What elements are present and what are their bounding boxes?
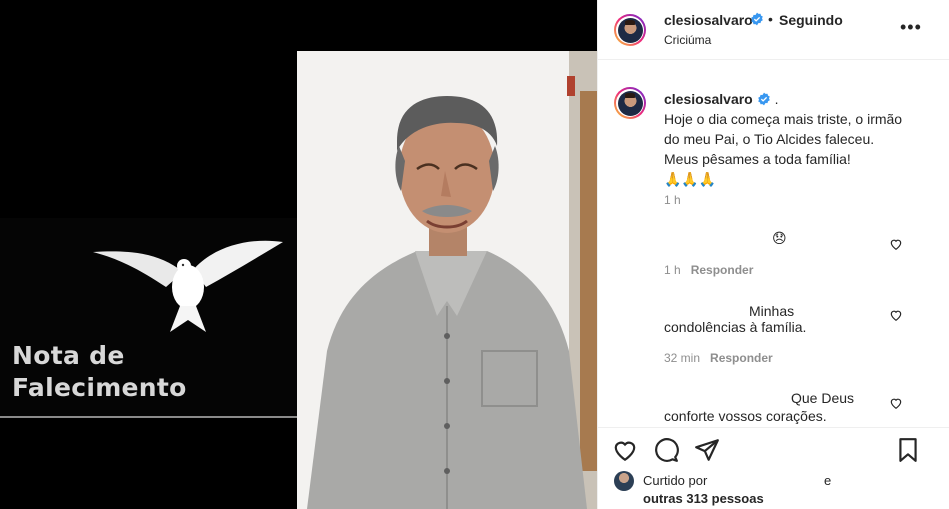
post-media[interactable]: Nota de Falecimento	[0, 0, 597, 509]
share-send-icon[interactable]	[694, 437, 720, 463]
comment-text-line-2: condolências à família.	[664, 319, 807, 335]
comment-bubble-icon[interactable]	[653, 437, 679, 463]
comment-like-heart-icon[interactable]	[889, 308, 903, 322]
comment-text-line-2: conforte vossos corações.	[664, 408, 827, 424]
comment-like-heart-icon[interactable]	[889, 237, 903, 251]
caption-username-suffix: .	[770, 91, 779, 107]
more-options-icon[interactable]: •••	[900, 17, 922, 38]
nota-de-falecimento-title: Nota de Falecimento	[12, 341, 187, 402]
caption-line-3: Meus pêsames a toda família!	[664, 151, 851, 167]
post-header: clesiosalvaro • Seguindo Criciúma •••	[598, 0, 949, 60]
comment-text: 😞	[772, 230, 787, 246]
caption-text: clesiosalvaro . Hoje o dia começa mais t…	[664, 89, 934, 189]
dove-icon	[93, 240, 283, 332]
header-separator: •	[768, 11, 773, 27]
reply-button[interactable]: Responder	[691, 263, 754, 277]
verified-badge-icon	[751, 12, 763, 26]
comment-timestamp[interactable]: 32 min	[664, 351, 700, 365]
post-actions: Curtido por e outras 313 pessoas	[598, 427, 949, 509]
comment-like-heart-icon[interactable]	[889, 396, 903, 410]
caption-avatar[interactable]	[614, 87, 646, 119]
liked-by-others-link[interactable]: outras 313 pessoas	[643, 491, 764, 506]
post-location[interactable]: Criciúma	[664, 33, 711, 47]
liker-avatar[interactable]	[614, 471, 634, 491]
post-sidebar: clesiosalvaro • Seguindo Criciúma ••• cl…	[597, 0, 949, 509]
caption-username[interactable]: clesiosalvaro	[664, 91, 753, 107]
comments-list[interactable]: clesiosalvaro . Hoje o dia começa mais t…	[598, 61, 949, 427]
portrait-photo	[297, 51, 597, 509]
following-button[interactable]: Seguindo	[779, 12, 843, 28]
panel-divider	[0, 416, 297, 418]
author-avatar[interactable]	[614, 14, 646, 46]
caption-avatar-image	[617, 90, 643, 116]
reply-button[interactable]: Responder	[710, 351, 773, 365]
comment-timestamp[interactable]: 1 h	[664, 263, 681, 277]
caption-timestamp[interactable]: 1 h	[664, 193, 681, 207]
like-heart-icon[interactable]	[612, 437, 638, 463]
comment-text-line-1: Que Deus	[791, 390, 855, 406]
save-bookmark-icon[interactable]	[895, 437, 921, 463]
liked-by-conjunction: e	[824, 473, 832, 488]
caption-line-1: Hoje o dia começa mais triste, o irmão	[664, 111, 903, 127]
caption-line-2: do meu Pai, o Tio Alcides faleceu.	[664, 131, 875, 147]
author-avatar-image	[617, 17, 643, 43]
comment-meta: 1 h Responder	[664, 263, 753, 277]
verified-badge-icon	[757, 92, 770, 106]
liked-by-label: Curtido por	[643, 473, 708, 488]
comment-meta: 32 min Responder	[664, 351, 773, 365]
portrait-illustration	[297, 51, 597, 509]
caption-line-4: 🙏🙏🙏	[664, 171, 717, 187]
author-username[interactable]: clesiosalvaro	[664, 12, 753, 28]
